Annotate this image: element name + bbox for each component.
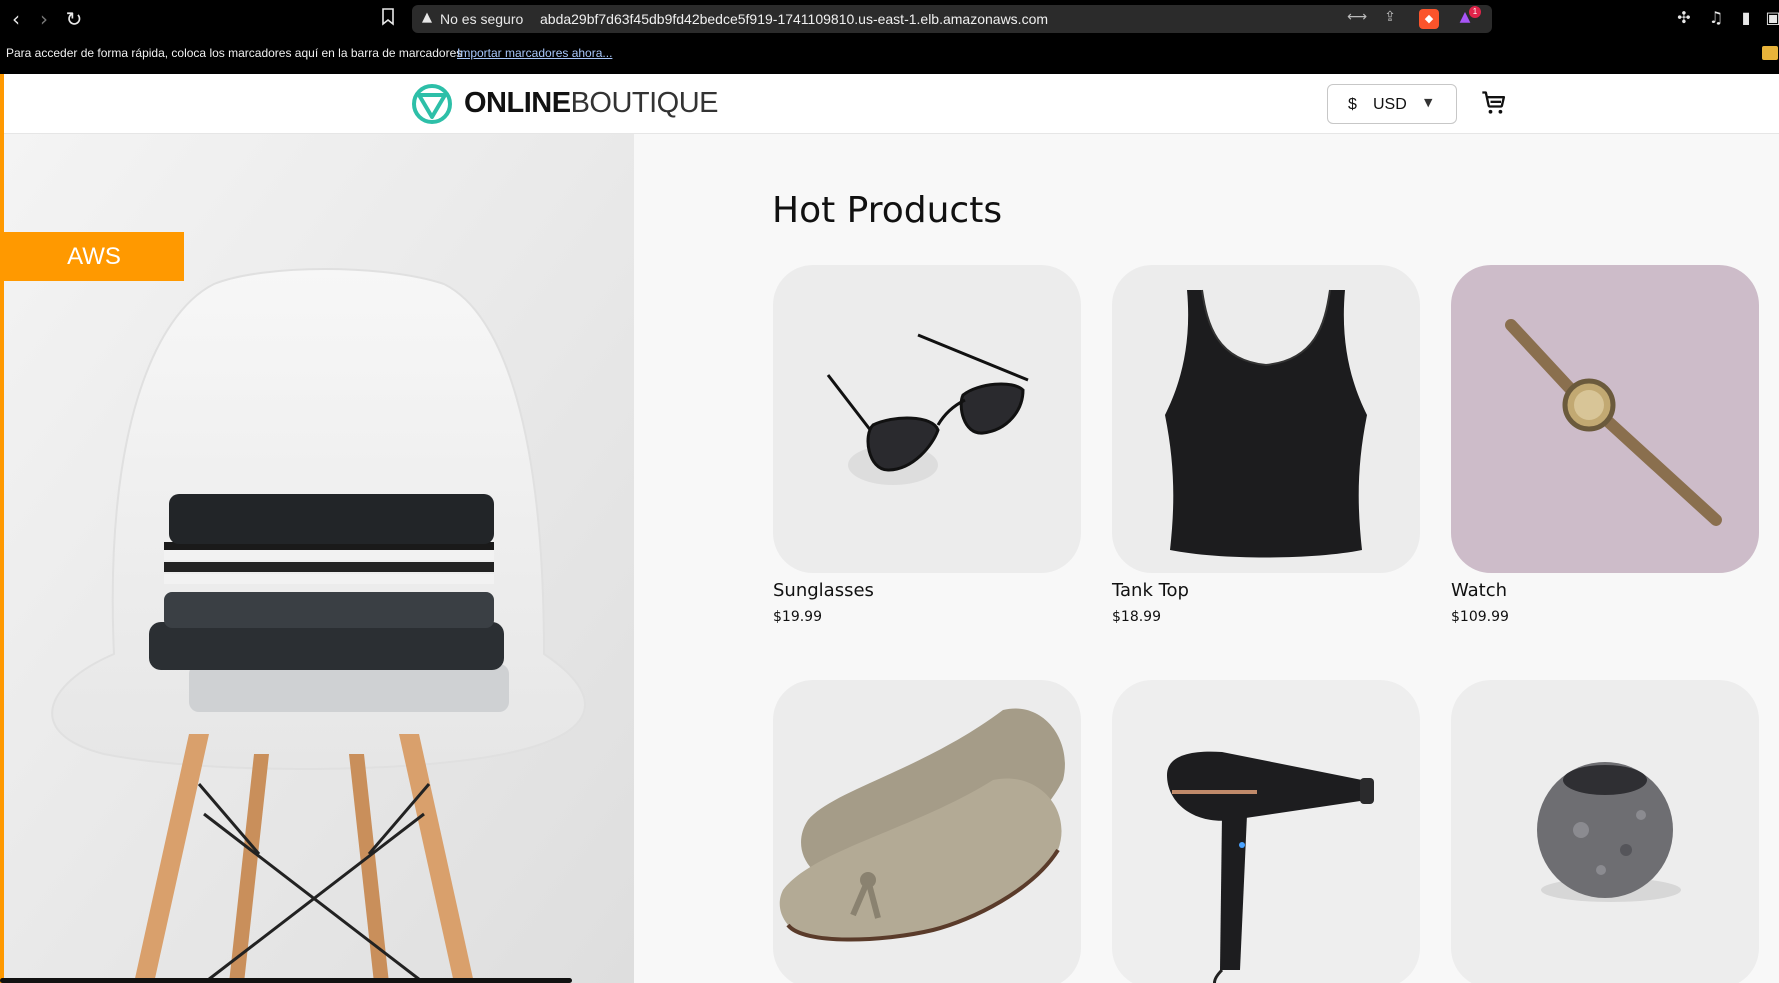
logo-wordmark[interactable]: ONLINEBOUTIQUE [464, 87, 719, 120]
brave-shield-icon[interactable]: ◆ [1419, 9, 1439, 29]
product-price: $109.99 [1451, 609, 1509, 625]
product-image[interactable] [773, 265, 1081, 573]
bookmark-icon[interactable] [378, 8, 398, 30]
bookmarks-hint: Para acceder de forma rápida, coloca los… [6, 46, 463, 60]
currency-symbol: $ [1348, 96, 1357, 113]
logo-bold-text: ONLINE [464, 87, 571, 119]
media-icon[interactable]: ♫ [1705, 8, 1727, 30]
sidebar-icon[interactable]: ▮ [1735, 8, 1757, 30]
share-icon[interactable]: ⇪ [1380, 9, 1400, 29]
currency-selector[interactable]: $ USD ▼ [1327, 84, 1457, 124]
aws-badge: AWS [4, 232, 184, 281]
browser-toolbar: ‹ › ↻ ▲ No es seguro abda29bf7d63f45db9f… [0, 0, 1779, 38]
translate-icon[interactable]: ⟷ [1347, 9, 1367, 29]
product-price: $19.99 [773, 609, 822, 625]
hairdryer-image [1167, 751, 1374, 983]
product-card[interactable]: Tank Top $18.99 [1112, 265, 1420, 645]
reload-button[interactable]: ↻ [61, 6, 87, 32]
loafers-image [779, 708, 1065, 942]
section-title: Hot Products [772, 190, 1003, 231]
product-card[interactable] [1112, 680, 1420, 983]
product-image[interactable] [773, 680, 1081, 983]
rewards-badge: 1 [1469, 6, 1481, 18]
watch-image [1505, 319, 1722, 526]
warning-icon: ▲ [422, 10, 432, 25]
product-name[interactable]: Tank Top [1112, 580, 1189, 601]
forward-button[interactable]: › [31, 6, 57, 32]
folder-icon[interactable] [1762, 46, 1778, 60]
product-name[interactable]: Watch [1451, 580, 1507, 601]
sunglasses-image [826, 333, 1029, 485]
currency-value: USD [1373, 96, 1407, 113]
back-button[interactable]: ‹ [3, 6, 29, 32]
horizontal-scrollbar[interactable] [0, 978, 572, 983]
address-bar[interactable]: ▲ No es seguro abda29bf7d63f45db9fd42bed… [412, 5, 1492, 33]
product-image[interactable] [1451, 680, 1759, 983]
product-image[interactable] [1451, 265, 1759, 573]
logo-icon[interactable] [410, 83, 454, 125]
cart-icon[interactable] [1480, 89, 1508, 117]
tank-top-image [1165, 289, 1367, 558]
import-bookmarks-link[interactable]: Importar marcadores ahora... [457, 46, 612, 60]
product-card[interactable]: Watch $109.99 [1451, 265, 1759, 645]
logo-light-text: BOUTIQUE [570, 87, 719, 119]
web-page: ONLINEBOUTIQUE $ USD ▼ AWS Hot Products … [0, 74, 1779, 983]
product-price: $18.99 [1112, 609, 1161, 625]
caret-down-icon: ▼ [1424, 96, 1433, 109]
product-image[interactable] [1112, 265, 1420, 573]
product-card[interactable] [773, 680, 1081, 983]
extensions-icon[interactable]: ✣ [1673, 8, 1695, 30]
security-label[interactable]: No es seguro [440, 11, 523, 27]
candle-holder-image [1537, 762, 1681, 902]
product-image[interactable] [1112, 680, 1420, 983]
site-header: ONLINEBOUTIQUE $ USD ▼ [4, 74, 1779, 134]
bookmarks-bar: Para acceder de forma rápida, coloca los… [0, 38, 1779, 74]
product-name[interactable]: Sunglasses [773, 580, 874, 601]
product-card[interactable] [1451, 680, 1759, 983]
hero-image: AWS [4, 134, 634, 983]
product-card[interactable]: Sunglasses $19.99 [773, 265, 1081, 645]
url-text[interactable]: abda29bf7d63f45db9fd42bedce5f919-1741109… [540, 11, 1048, 27]
wallet-icon[interactable]: ▣ [1762, 8, 1779, 30]
